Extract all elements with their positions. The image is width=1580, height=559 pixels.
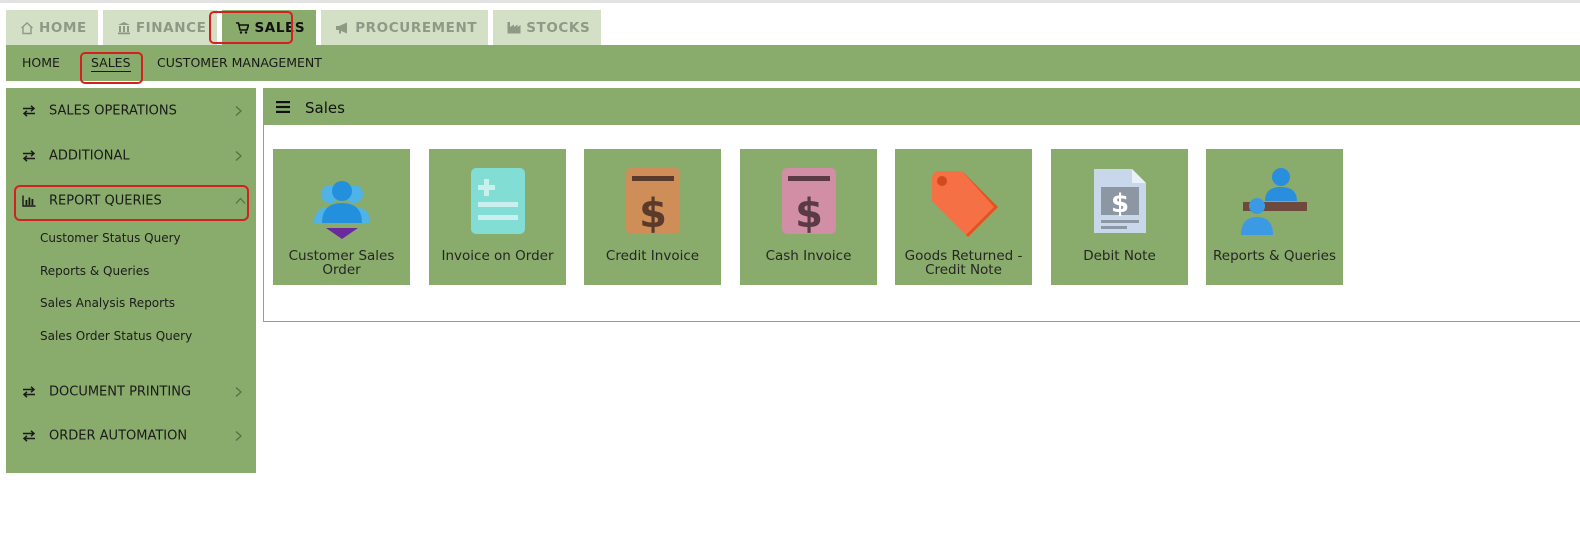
svg-text:$: $ [1110,189,1128,219]
price-tag-icon [931,171,998,237]
sidebar-item-report-queries[interactable]: REPORT QUERIES [6,180,256,222]
tile-label: Credit Invoice [605,248,700,264]
subnav-customer-management-label: CUSTOMER MANAGEMENT [157,55,322,70]
exchange-icon [22,386,36,398]
megaphone-icon [336,22,348,33]
hamburger-menu-icon[interactable] [276,101,290,113]
chevron-right-icon [235,431,242,441]
tab-home-label: HOME [39,19,87,36]
subnav-home[interactable]: HOME [22,45,60,81]
tile-debit-note[interactable]: $ Debit Note [1051,149,1188,285]
sidebar-item-label: DOCUMENT PRINTING [49,384,192,400]
sidebar-item-label: SALES OPERATIONS [49,103,177,119]
tile-invoice-on-order[interactable]: Invoice on Order [429,149,566,285]
tab-procurement-label: PROCUREMENT [355,19,478,36]
tile-reports-queries[interactable]: Reports & Queries [1206,149,1343,285]
sidebar-item-order-automation[interactable]: ORDER AUTOMATION [6,415,256,457]
tile-customer-sales-order[interactable]: Customer Sales Order [273,149,410,285]
invoice-icon [470,168,525,234]
sidebar-item-label: ADDITIONAL [49,148,130,164]
customers-icon [313,181,370,239]
chevron-right-icon [235,387,242,397]
tile-goods-returned-credit-note[interactable]: Goods Returned - Credit Note [895,149,1032,285]
exchange-icon [22,105,36,117]
sales-panel: Sales Customer Sales Order Invoice on Or… [263,88,1580,322]
tab-stocks[interactable]: STOCKS [493,10,602,45]
svg-text:$: $ [639,191,667,237]
svg-text:$: $ [795,191,823,237]
sidebar-item-label: ORDER AUTOMATION [49,428,188,444]
tile-label: Debit Note [1083,248,1156,264]
tab-home[interactable]: HOME [6,10,98,45]
sidebar-item-document-printing[interactable]: DOCUMENT PRINTING [6,371,256,413]
sidebar-subitem-sales-order-status-query[interactable]: Sales Order Status Query [40,329,192,343]
tile-cash-invoice[interactable]: $ Cash Invoice [740,149,877,285]
bank-icon [117,21,130,34]
sidebar-item-additional[interactable]: ADDITIONAL [6,135,256,177]
reports-user-icon [1240,168,1307,235]
sidebar: SALES OPERATIONS ADDITIONAL REPORT QUERI… [6,88,256,473]
tile-label: Invoice on Order [441,248,554,264]
tab-finance-label: FINANCE [135,19,207,36]
tab-sales-label: SALES [254,19,306,36]
tile-label: Reports & Queries [1212,248,1337,264]
chevron-right-icon [235,151,242,161]
sidebar-subitem-sales-analysis-reports[interactable]: Sales Analysis Reports [40,296,175,310]
home-icon [21,21,33,34]
exchange-icon [22,150,36,162]
credit-invoice-icon: $ [625,168,680,237]
tab-procurement[interactable]: PROCUREMENT [321,10,489,45]
panel-header: Sales [264,89,1580,125]
sidebar-item-label: REPORT QUERIES [49,193,162,209]
tab-sales[interactable]: SALES [222,10,317,45]
chevron-up-icon [235,197,246,204]
sub-navigation: HOME SALES CUSTOMER MANAGEMENT [6,45,1580,81]
sidebar-subitem-reports-queries[interactable]: Reports & Queries [40,264,149,278]
tile-label: Goods Returned - Credit Note [904,248,1023,278]
page-title: Sales [305,99,345,117]
subnav-home-label: HOME [22,55,60,70]
sidebar-subitem-customer-status-query[interactable]: Customer Status Query [40,231,181,245]
tab-stocks-label: STOCKS [526,19,591,36]
exchange-icon [22,430,36,442]
subnav-customer-management[interactable]: CUSTOMER MANAGEMENT [157,45,322,81]
debit-note-icon: $ [1093,169,1146,233]
tile-label: Customer Sales Order [288,248,395,278]
cash-invoice-icon: $ [781,168,836,237]
chevron-right-icon [235,106,242,116]
tile-credit-invoice[interactable]: $ Credit Invoice [584,149,721,285]
tile-label: Cash Invoice [765,248,852,264]
module-tabs: HOME FINANCE SALES PROCUREMENT STOCKS [6,10,602,45]
factory-icon [507,22,521,34]
subnav-sales[interactable]: SALES [91,45,131,81]
tab-finance[interactable]: FINANCE [102,10,218,45]
bar-chart-icon [22,195,36,207]
top-border [0,0,1580,3]
subnav-sales-label: SALES [91,55,131,72]
cart-icon [236,21,250,34]
sidebar-item-sales-operations[interactable]: SALES OPERATIONS [6,90,256,132]
